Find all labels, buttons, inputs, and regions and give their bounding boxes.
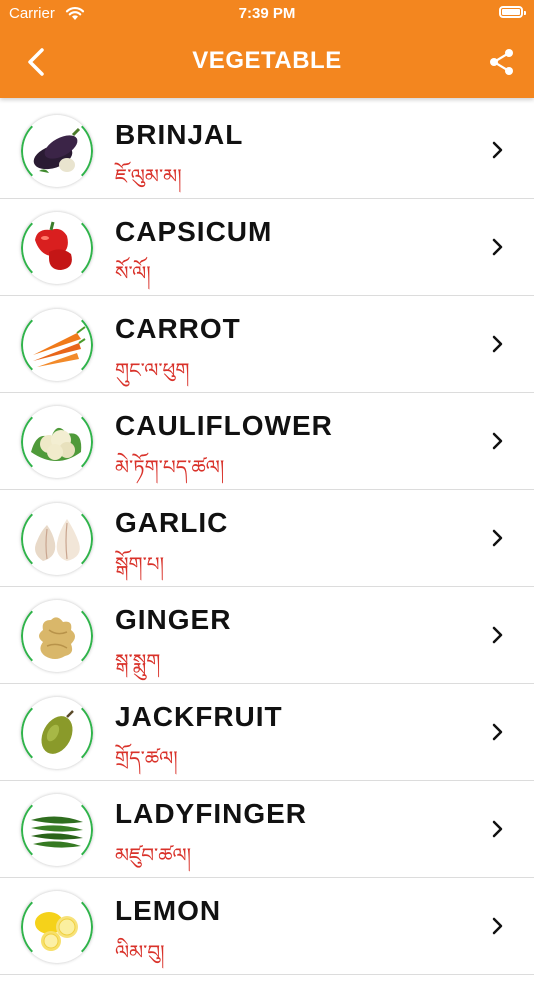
chevron-right-icon <box>492 820 503 838</box>
status-bar: Carrier 7:39 PM <box>0 0 534 30</box>
item-name: GINGER <box>115 604 232 635</box>
item-name: CAULIFLOWER <box>115 410 333 441</box>
chevron-right-icon <box>492 238 503 256</box>
vegetable-list: BRINJAL ཇོ་ལུམ་མ། CAPSICUM སོ་ལོ། CARROT <box>0 102 534 975</box>
list-item-lemon[interactable]: LEMON ལིམ་བུ། <box>0 878 534 975</box>
item-name: LADYFINGER <box>115 798 307 829</box>
list-item-cauliflower[interactable]: CAULIFLOWER མེ་ཏོག་པད་ཚལ། <box>0 393 534 490</box>
status-time: 7:39 PM <box>238 5 296 22</box>
chevron-right-icon <box>492 529 503 547</box>
battery-icon <box>499 6 526 18</box>
item-name: CAPSICUM <box>115 216 273 247</box>
ladyfinger-image <box>21 794 93 866</box>
share-button[interactable] <box>488 47 516 77</box>
item-local-name: ལིམ་བུ། <box>115 940 165 964</box>
chevron-right-icon <box>492 917 503 935</box>
lemon-image <box>21 891 93 963</box>
list-item-capsicum[interactable]: CAPSICUM སོ་ལོ། <box>0 199 534 296</box>
chevron-right-icon <box>492 432 503 450</box>
chevron-right-icon <box>492 141 503 159</box>
ginger-image <box>21 600 93 672</box>
chevron-right-icon <box>492 626 503 644</box>
list-item-ginger[interactable]: GINGER སྒ་སྨུག <box>0 587 534 684</box>
list-item-garlic[interactable]: GARLIC སྒོག་པ། <box>0 490 534 587</box>
jackfruit-image <box>21 697 93 769</box>
page-title: VEGETABLE <box>192 47 342 74</box>
capsicum-image <box>21 212 93 284</box>
chevron-right-icon <box>492 335 503 353</box>
list-item-jackfruit[interactable]: JACKFRUIT གྲོད་ཚལ། <box>0 684 534 781</box>
item-name: CARROT <box>115 313 241 344</box>
item-name: BRINJAL <box>115 119 244 150</box>
item-name: GARLIC <box>115 507 229 538</box>
list-item-brinjal[interactable]: BRINJAL ཇོ་ལུམ་མ། <box>0 102 534 199</box>
cauliflower-image <box>21 406 93 478</box>
item-name: JACKFRUIT <box>115 701 283 732</box>
chevron-right-icon <box>492 723 503 741</box>
list-item-carrot[interactable]: CARROT གུང་ལ་ཕུག <box>0 296 534 393</box>
garlic-image <box>21 503 93 575</box>
item-name: LEMON <box>115 895 222 926</box>
list-item-ladyfinger[interactable]: LADYFINGER མཛུབ་ཚལ། <box>0 781 534 878</box>
carrot-image <box>21 309 93 381</box>
nav-header: Carrier 7:39 PM VEGETABLE <box>0 0 534 98</box>
brinjal-image <box>21 115 93 187</box>
